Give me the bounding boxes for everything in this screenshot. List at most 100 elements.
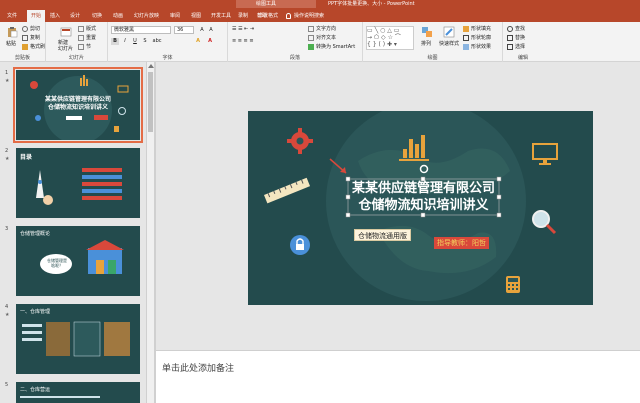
- notes-placeholder[interactable]: 单击此处添加备注: [162, 361, 234, 374]
- slide-thumbnail-5[interactable]: 二、仓库营运: [16, 382, 140, 403]
- shape-outline-button[interactable]: 形状轮廓: [463, 34, 491, 41]
- format-painter-button[interactable]: 格式刷: [22, 43, 45, 50]
- thumb-4-title: 一、仓库管理: [20, 309, 51, 315]
- thumb-2-title: 目录: [20, 154, 33, 161]
- shapes-gallery[interactable]: ▭ ╲ ○ △ ▭ → ⬠ ◇ ☆ ⌒{ } ( ) ✚ ▾: [366, 26, 414, 50]
- tab-shape-format[interactable]: 形状格式: [258, 10, 278, 22]
- editing-group-label: 编辑: [517, 55, 528, 61]
- bold-button[interactable]: B: [111, 38, 119, 45]
- paste-button[interactable]: 粘贴: [6, 40, 16, 47]
- underline-button[interactable]: U: [131, 38, 139, 45]
- thumb-3-title: 仓储管理概论: [20, 231, 51, 237]
- monitor-icon: [532, 143, 558, 165]
- font-color-icon[interactable]: A: [206, 38, 214, 45]
- slide-number: 3: [5, 226, 9, 232]
- notes-pane[interactable]: 单击此处添加备注: [156, 350, 640, 403]
- context-tab-label: 绘图工具: [236, 0, 316, 8]
- paragraph-group-label: 段落: [289, 55, 300, 61]
- tab-view[interactable]: 视图: [191, 10, 201, 22]
- font-group: 微软雅黑 36 A A B I U S abc A A 字体: [108, 22, 228, 62]
- tell-me-search[interactable]: 操作说明搜索: [286, 10, 324, 22]
- quick-styles-button[interactable]: 快速样式: [439, 40, 459, 47]
- font-size-box[interactable]: 36: [174, 26, 194, 34]
- slide-thumbnail-2[interactable]: 目录: [16, 148, 140, 218]
- find-button[interactable]: 查找: [507, 25, 525, 32]
- arrange-button[interactable]: 排列: [421, 40, 431, 47]
- effects-icon: [463, 43, 469, 50]
- italic-button[interactable]: I: [121, 38, 129, 45]
- cut-button[interactable]: 剪切: [22, 25, 40, 32]
- replace-button[interactable]: 替换: [507, 34, 525, 41]
- gear-icon: [287, 128, 313, 154]
- tab-insert[interactable]: 插入: [50, 10, 60, 22]
- tab-transitions[interactable]: 切换: [92, 10, 102, 22]
- layout-icon: [78, 25, 84, 32]
- slide-title-line1[interactable]: 某某供应链管理有限公司: [348, 181, 499, 197]
- slide-number: 2: [5, 148, 9, 154]
- tell-me-label: 操作说明搜索: [294, 13, 325, 19]
- section-button[interactable]: 节: [78, 43, 91, 50]
- text-direction-button[interactable]: 文字方向: [308, 25, 336, 32]
- decrease-font-icon[interactable]: A: [207, 27, 215, 34]
- strikethrough-button[interactable]: abc: [151, 38, 163, 45]
- layout-button[interactable]: 版式: [78, 25, 96, 32]
- reset-button[interactable]: 重置: [78, 34, 96, 41]
- edition-badge[interactable]: 仓储物流通用版: [354, 229, 411, 241]
- tab-developer[interactable]: 开发工具: [211, 10, 231, 22]
- tab-record[interactable]: 录制: [238, 10, 248, 22]
- paste-icon: [8, 27, 18, 38]
- slide-number: 4: [5, 304, 9, 310]
- select-label: 选择: [515, 44, 526, 50]
- teacher-label: 指导教师：: [437, 239, 472, 247]
- slide-thumbnails-panel[interactable]: 1 ★ 某某供应链管理有限公司 仓储物流知识培训讲义 2 ★ 目录 3 仓储管理…: [0, 62, 146, 403]
- text-direction-icon: [308, 25, 314, 32]
- slide-thumbnail-3[interactable]: 仓储管理概论 仓储管理是 啥呢？: [16, 226, 140, 296]
- animation-star-icon: ★: [5, 312, 10, 318]
- shape-outline-label: 形状轮廓: [471, 35, 492, 41]
- teacher-name: 阳哲: [472, 239, 486, 247]
- highlight-color-icon[interactable]: A: [194, 38, 202, 45]
- align-text-button[interactable]: 对齐文本: [308, 34, 336, 41]
- shape-effects-button[interactable]: 形状效果: [463, 43, 491, 50]
- tab-design[interactable]: 设计: [70, 10, 80, 22]
- slide-title-line2[interactable]: 仓储物流知识培训讲义: [348, 198, 499, 214]
- tab-file[interactable]: 文件: [7, 10, 17, 22]
- replace-icon: [507, 34, 513, 41]
- section-icon: [78, 43, 84, 50]
- tab-review[interactable]: 审阅: [170, 10, 180, 22]
- calculator-icon: [506, 276, 520, 293]
- thumb-3-bubble: 仓储管理是 啥呢？: [47, 258, 67, 268]
- bullets-icon[interactable]: ☰ ☰ ⇤ ⇥: [232, 26, 254, 32]
- thumbnail-scrollbar[interactable]: [146, 62, 154, 403]
- smartart-button[interactable]: 转换为 SmartArt: [308, 43, 355, 50]
- slide-thumbnail-1[interactable]: 某某供应链管理有限公司 仓储物流知识培训讲义: [13, 67, 143, 143]
- slide-canvas[interactable]: 某某供应链管理有限公司 仓储物流知识培训讲义 仓储物流通用版 指导教师：阳哲: [248, 111, 593, 305]
- tab-home[interactable]: 开始: [27, 10, 46, 22]
- increase-font-icon[interactable]: A: [198, 27, 206, 34]
- clipboard-group-label: 剪贴板: [14, 55, 30, 61]
- align-text-label: 对齐文本: [316, 35, 337, 41]
- shape-fill-button[interactable]: 形状填充: [463, 25, 491, 32]
- copy-label: 复制: [30, 35, 41, 41]
- paragraph-group: ☰ ☰ ⇤ ⇥ ≡ ≡ ≡ ≡ 文字方向 对齐文本 转换为 SmartArt 段…: [228, 22, 363, 62]
- slide-thumbnail-4[interactable]: 一、仓库管理: [16, 304, 140, 374]
- clipboard-group: 粘贴 剪切 复制 格式刷 剪贴板: [0, 22, 46, 62]
- copy-button[interactable]: 复制: [22, 34, 40, 41]
- scrollbar-thumb[interactable]: [148, 72, 153, 132]
- tab-animations[interactable]: 动画: [113, 10, 123, 22]
- font-name-box[interactable]: 微软雅黑: [111, 26, 171, 34]
- select-button[interactable]: 选择: [507, 43, 525, 50]
- format-painter-label: 格式刷: [30, 44, 46, 50]
- slide-number: 5: [5, 382, 9, 388]
- title-bar: 绘图工具 PPT字体批量更换、大小 - PowerPoint: [0, 0, 640, 8]
- lightbulb-icon: [286, 12, 291, 19]
- teacher-badge[interactable]: 指导教师：阳哲: [434, 237, 489, 249]
- layout-label: 版式: [86, 26, 97, 32]
- align-icon[interactable]: ≡ ≡ ≡ ≡: [232, 38, 254, 44]
- thumb-1-subtitle: 仓储物流知识培训讲义: [47, 104, 108, 111]
- tab-slideshow[interactable]: 幻灯片放映: [134, 10, 159, 22]
- shadow-button[interactable]: S: [141, 38, 149, 45]
- replace-label: 替换: [515, 35, 526, 41]
- ribbon-tabs: 文件 开始 插入 设计 切换 动画 幻灯片放映 审阅 视图 开发工具 录制 帮助…: [0, 8, 640, 22]
- new-slide-button[interactable]: 新建 幻灯片: [58, 40, 73, 52]
